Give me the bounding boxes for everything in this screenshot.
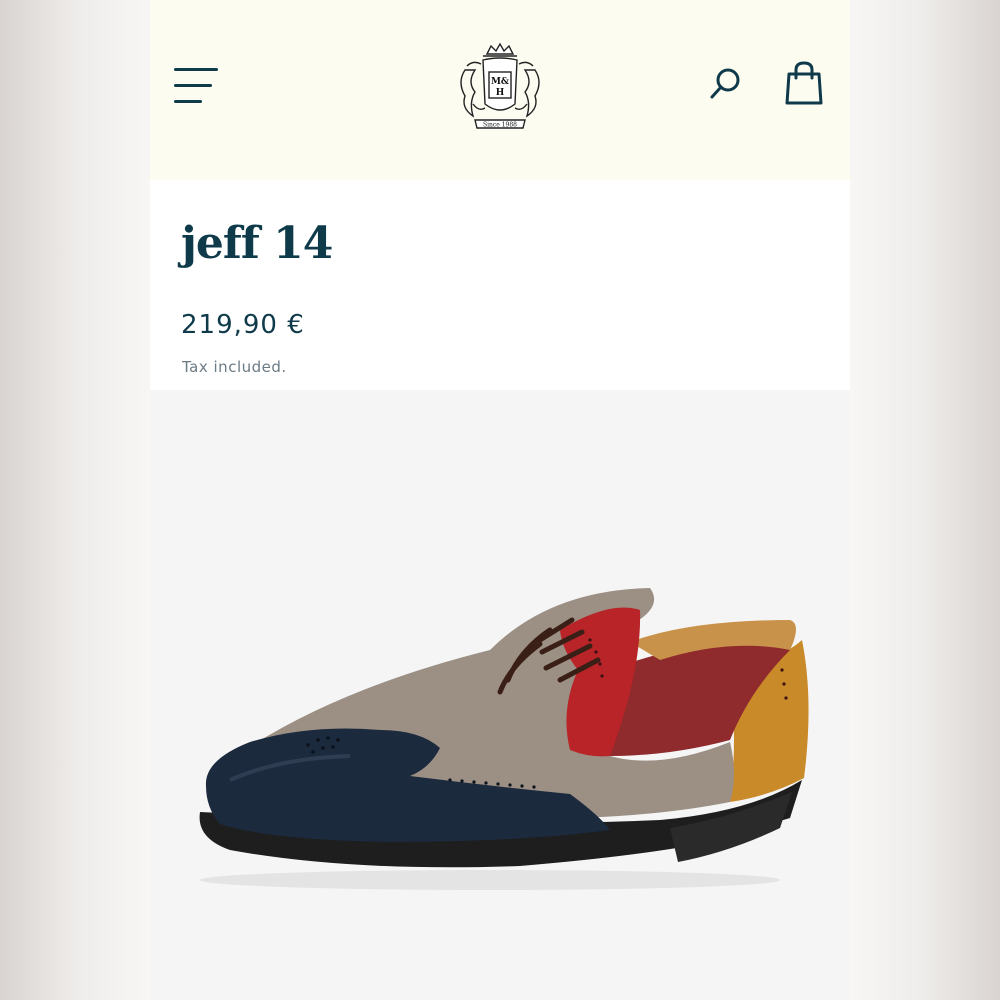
search-icon <box>710 68 740 99</box>
mobile-page: M& H Since 1988 jeff 14 219,90 € Tax inc… <box>150 0 850 1000</box>
product-price: 219,90 € <box>181 310 305 340</box>
shopping-bag-icon <box>785 61 823 105</box>
logo-since-text: Since 1988 <box>483 122 517 129</box>
site-header: M& H Since 1988 <box>150 0 850 180</box>
product-gallery <box>150 390 850 1000</box>
product-info: jeff 14 219,90 € Tax included. <box>150 180 850 390</box>
product-title: jeff 14 <box>181 218 333 269</box>
cart-button[interactable] <box>784 60 824 106</box>
product-image[interactable] <box>190 580 820 900</box>
brand-logo[interactable]: M& H Since 1988 <box>453 42 547 132</box>
logo-monogram-bottom: H <box>496 88 505 98</box>
search-button[interactable] <box>708 66 744 102</box>
tax-note: Tax included. <box>182 358 287 376</box>
logo-monogram-top: M& <box>491 77 509 87</box>
hamburger-menu-button[interactable] <box>174 64 222 108</box>
